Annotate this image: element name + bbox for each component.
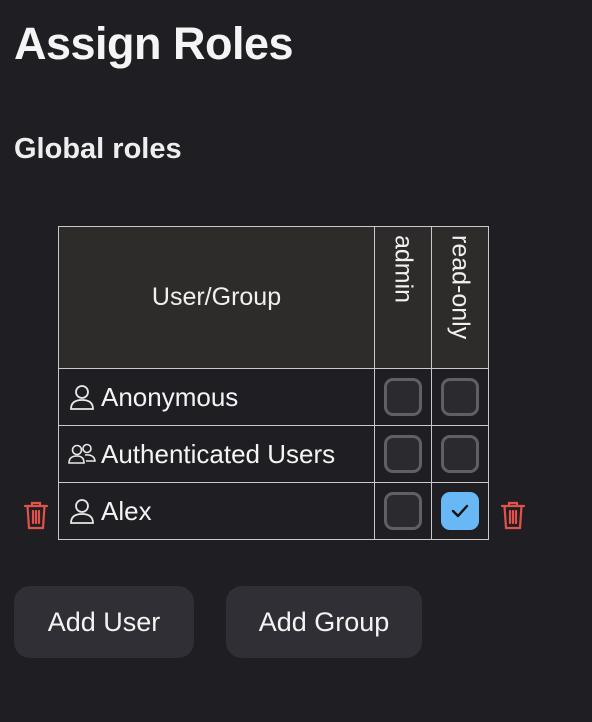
- read-only-cell: [431, 425, 489, 483]
- read-only-checkbox[interactable]: [441, 492, 479, 530]
- row-name-label: Anonymous: [101, 381, 239, 412]
- admin-cell: [374, 482, 432, 540]
- page-title: Assign Roles: [14, 18, 294, 69]
- row-name-label: Alex: [101, 495, 152, 526]
- add-user-button[interactable]: Add User: [14, 586, 194, 658]
- table-row: Authenticated Users: [58, 425, 489, 483]
- table-header-row: User/Group admin read-only: [58, 226, 489, 369]
- section-title: Global roles: [14, 133, 182, 165]
- group-icon: [68, 443, 96, 464]
- column-header-admin: admin: [374, 226, 432, 369]
- row-name-cell: Alex: [58, 482, 375, 540]
- table-row: Alex: [58, 482, 489, 540]
- user-icon: [70, 385, 94, 410]
- read-only-cell: [431, 368, 489, 426]
- column-header-read-only: read-only: [431, 226, 489, 369]
- admin-cell: [374, 425, 432, 483]
- role-label-admin: admin: [389, 235, 418, 304]
- table-row: Anonymous: [58, 368, 489, 426]
- read-only-checkbox[interactable]: [441, 378, 479, 416]
- admin-checkbox[interactable]: [384, 435, 422, 473]
- admin-cell: [374, 368, 432, 426]
- add-group-button[interactable]: Add Group: [226, 586, 422, 658]
- trash-icon[interactable]: [23, 500, 49, 530]
- row-name-cell: Anonymous: [58, 368, 375, 426]
- user-icon: [70, 499, 94, 524]
- trash-icon[interactable]: [500, 500, 526, 530]
- admin-checkbox[interactable]: [384, 492, 422, 530]
- checkmark-icon: [451, 504, 469, 518]
- roles-table: User/Group admin read-only Anonymous Aut…: [58, 226, 489, 540]
- read-only-checkbox[interactable]: [441, 435, 479, 473]
- role-label-read-only: read-only: [446, 235, 475, 340]
- row-name-label: Authenticated Users: [101, 438, 336, 469]
- column-header-user-group: User/Group: [58, 226, 375, 369]
- read-only-cell: [431, 482, 489, 540]
- row-name-cell: Authenticated Users: [58, 425, 375, 483]
- admin-checkbox[interactable]: [384, 378, 422, 416]
